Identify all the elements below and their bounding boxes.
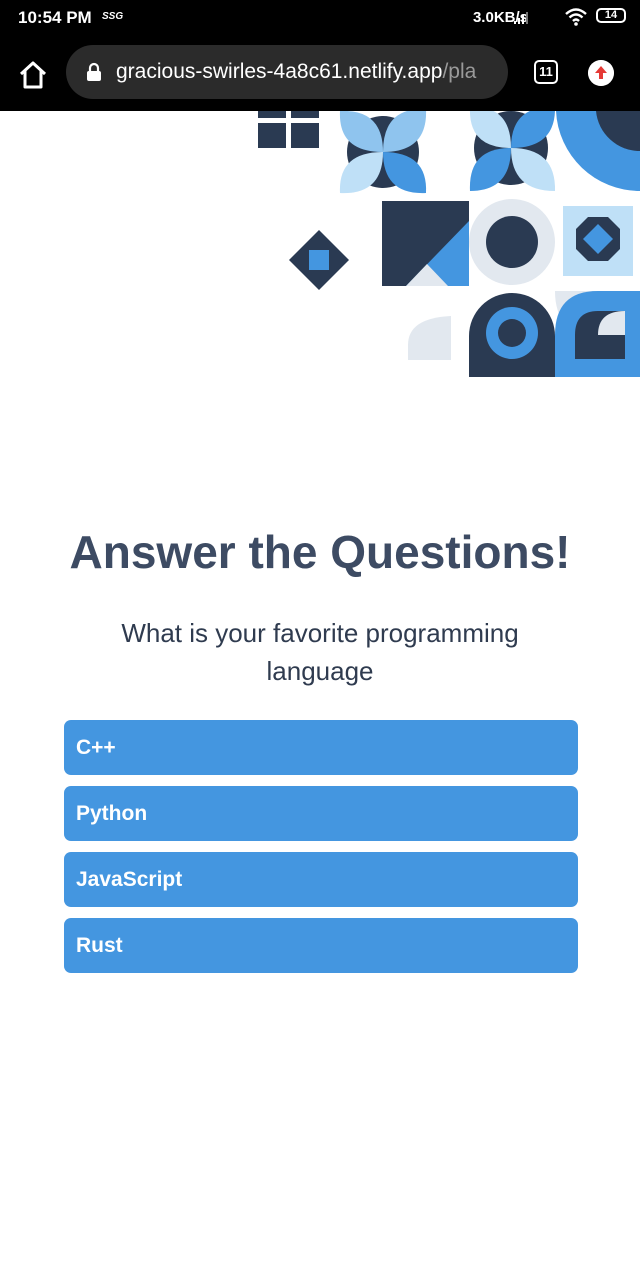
tabs-icon[interactable]: 11: [534, 60, 558, 84]
question-text: What is your favorite programming langua…: [121, 618, 519, 686]
battery-icon: 14: [596, 8, 626, 23]
deco-ring-inner: [486, 216, 538, 268]
home-icon[interactable]: [16, 58, 50, 92]
deco-leaf: [408, 316, 451, 360]
url-path: /pla: [442, 60, 477, 83]
url-text[interactable]: gracious-swirles-4a8c61.netlify.app/pla: [116, 60, 501, 84]
deco-square-1: [258, 111, 286, 118]
answer-button-rust[interactable]: Rust: [64, 918, 578, 973]
deco-square-3: [258, 123, 286, 148]
url-domain: gracious-swirles-4a8c61.netlify.app: [116, 60, 443, 83]
deco-petal-8: [511, 148, 556, 191]
update-icon[interactable]: [588, 60, 614, 86]
page-title: Answer the Questions!: [69, 526, 571, 578]
decorative-pattern: [258, 111, 640, 377]
deco-ring-2-inner: [498, 319, 526, 347]
status-time: 10:54 PM: [18, 8, 92, 27]
answer-button-cpp[interactable]: C++: [64, 720, 578, 775]
browser-toolbar: gracious-swirles-4a8c61.netlify.app/pla …: [0, 36, 640, 111]
lock-icon: [87, 62, 101, 81]
answer-button-python[interactable]: Python: [64, 786, 578, 841]
wifi-icon: [565, 8, 587, 26]
answer-list: C++ Python JavaScript Rust: [64, 720, 578, 984]
status-bar: 10:54 PM SSG 3.0KB/s 14: [0, 0, 640, 36]
deco-square-2: [291, 111, 319, 118]
answer-button-javascript[interactable]: JavaScript: [64, 852, 578, 907]
deco-diamond-center: [309, 250, 329, 270]
status-extra-label: SSG: [102, 11, 124, 22]
deco-square-4: [291, 123, 319, 148]
address-bar[interactable]: gracious-swirles-4a8c61.netlify.app/pla: [66, 45, 508, 99]
